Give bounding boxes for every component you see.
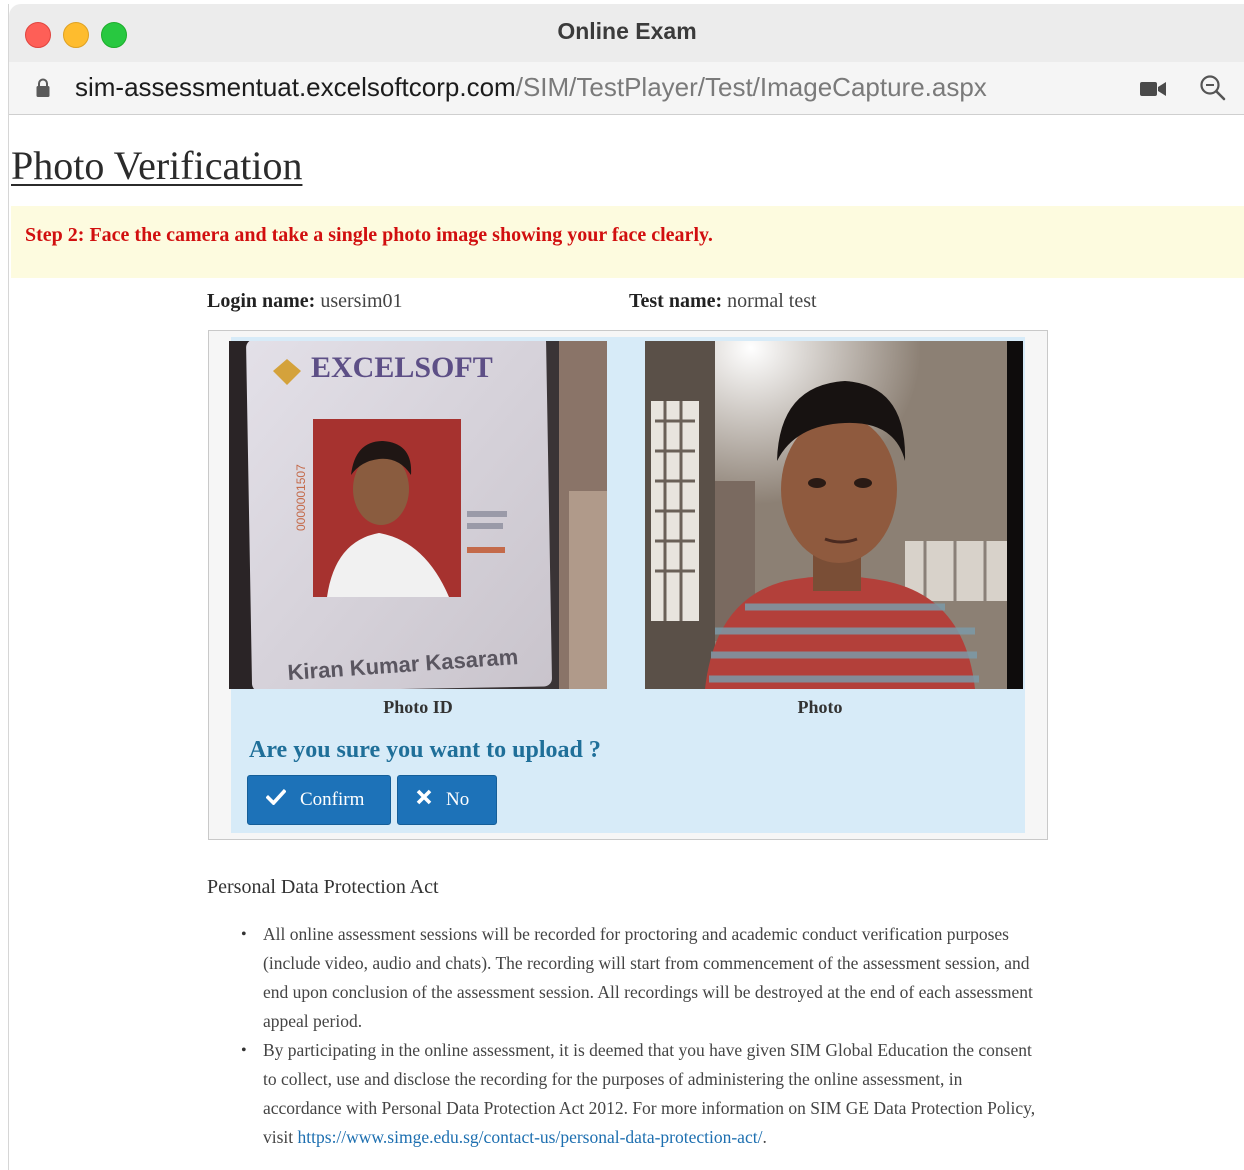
live-photo-image bbox=[645, 341, 1023, 689]
no-label: No bbox=[446, 789, 470, 810]
address-bar[interactable]: sim-assessmentuat.excelsoftcorp.com/SIM/… bbox=[9, 62, 1244, 115]
login-label: Login name: bbox=[207, 290, 316, 312]
url-path: /SIM/TestPlayer/Test/ImageCapture.aspx bbox=[515, 72, 987, 102]
no-button[interactable]: No bbox=[397, 775, 497, 825]
pdpa-item-recording: All online assessment sessions will be r… bbox=[241, 920, 1045, 1036]
window-title: Online Exam bbox=[557, 18, 697, 44]
login-value: usersim01 bbox=[320, 290, 403, 312]
login-name: Login name: usersim01 bbox=[207, 290, 403, 313]
step-instruction: Step 2: Face the camera and take a singl… bbox=[25, 224, 713, 246]
svg-text:0000001507: 0000001507 bbox=[294, 464, 308, 531]
pdpa-item-recording-text: All online assessment sessions will be r… bbox=[263, 924, 1033, 1031]
browser-window: Online Exam sim-assessmentuat.excelsoftc… bbox=[8, 4, 1244, 1170]
photo-caption: Photo bbox=[797, 697, 843, 717]
capture-panel: EXCELSOFT 0000001507 Kiran Kumar Kasaram bbox=[208, 330, 1048, 840]
photo-id-image: EXCELSOFT 0000001507 Kiran Kumar Kasaram bbox=[229, 341, 607, 689]
pdpa-item-consent: By participating in the online assessmen… bbox=[241, 1036, 1045, 1152]
step-banner: Step 2: Face the camera and take a singl… bbox=[11, 206, 1244, 278]
test-name: Test name: normal test bbox=[629, 290, 817, 313]
capture-inner: EXCELSOFT 0000001507 Kiran Kumar Kasaram bbox=[229, 337, 1025, 833]
check-icon bbox=[265, 788, 287, 811]
url-text[interactable]: sim-assessmentuat.excelsoftcorp.com/SIM/… bbox=[75, 72, 987, 103]
title-bar: Online Exam bbox=[9, 4, 1244, 63]
photo-id-caption: Photo ID bbox=[383, 697, 453, 717]
lock-icon bbox=[36, 78, 50, 97]
pdpa-title: Personal Data Protection Act bbox=[207, 876, 439, 898]
id-card-brand: EXCELSOFT bbox=[311, 351, 493, 384]
upload-question: Are you sure you want to upload ? bbox=[249, 737, 601, 763]
test-label: Test name: bbox=[629, 290, 723, 312]
confirm-label: Confirm bbox=[300, 789, 365, 810]
test-value: normal test bbox=[727, 290, 817, 312]
zoom-icon[interactable] bbox=[1199, 74, 1227, 102]
pdpa-list: All online assessment sessions will be r… bbox=[241, 920, 1045, 1152]
page-title: Photo Verification bbox=[11, 143, 303, 188]
camera-icon[interactable] bbox=[1139, 80, 1167, 98]
confirm-button[interactable]: Confirm bbox=[247, 775, 391, 825]
close-icon bbox=[416, 789, 432, 811]
url-host: sim-assessmentuat.excelsoftcorp.com bbox=[75, 72, 516, 102]
pdpa-policy-link[interactable]: https://www.simge.edu.sg/contact-us/pers… bbox=[298, 1127, 763, 1147]
pdpa-item-consent-end: . bbox=[762, 1127, 767, 1147]
